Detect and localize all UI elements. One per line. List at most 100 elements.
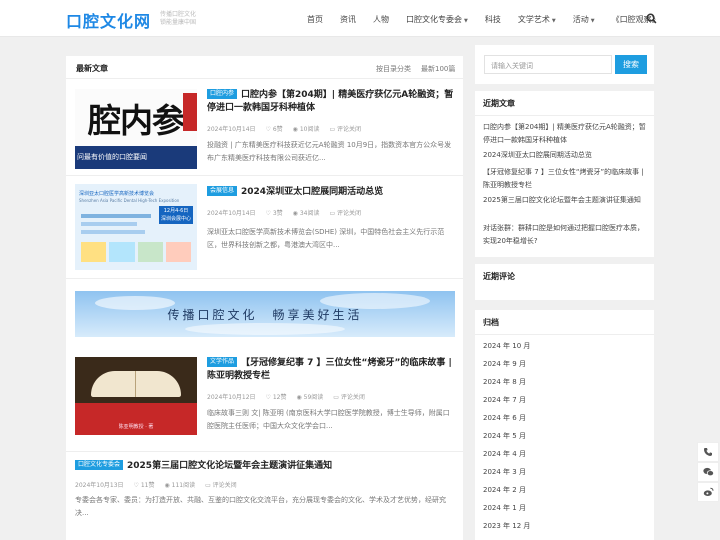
- archive-link[interactable]: 2024 年 8 月: [483, 377, 526, 387]
- weibo-button[interactable]: [697, 482, 719, 502]
- thumb-badges: [81, 242, 191, 262]
- nav-item-news[interactable]: 资讯: [340, 14, 356, 25]
- by-category-link[interactable]: 按目录分类: [376, 64, 411, 74]
- article-excerpt: 临床故事三则 文| 陈亚明 (南京医科大学口腔医学院教授，博士生导师，附属口腔医…: [207, 409, 450, 430]
- recent-post-link[interactable]: 对话张群：群耕口腔是如何通过把握口腔医疗本质，实现20年稳增长?: [483, 222, 648, 248]
- archive-link[interactable]: 2024 年 1 月: [483, 503, 526, 513]
- article-title[interactable]: 会展信息 2024深圳亚太口腔展同期活动总览: [207, 186, 455, 199]
- post-date: 2024年10月14日: [207, 210, 256, 217]
- category-tag[interactable]: 文学作品: [207, 357, 238, 367]
- thumb-subheading: Shenzhen Asia Pacific Dental High-Tech E…: [79, 198, 180, 203]
- post-date: 2024年10月13日: [75, 482, 124, 489]
- post-date: 2024年10月14日: [207, 126, 256, 133]
- thumb-title-text: 腔内参: [88, 100, 185, 140]
- article-thumbnail[interactable]: 深圳亚太口腔医学高新技术博览会 Shenzhen Asia Pacific De…: [75, 184, 197, 270]
- search-icon[interactable]: [646, 13, 657, 24]
- comment-status: 评论关闭: [337, 210, 362, 217]
- recent-post-link[interactable]: 口腔内参【第204期】| 精美医疗获亿元A轮融资；暂停进口一款韩国牙科种植体: [483, 121, 648, 147]
- archive-link[interactable]: 2024 年 9 月: [483, 359, 526, 369]
- thumb-date-line: 12月4-6日: [163, 208, 189, 214]
- thumb-badge: [165, 242, 191, 262]
- archive-link[interactable]: 2024 年 6 月: [483, 413, 526, 423]
- thumb-book-spine: [135, 371, 136, 397]
- panel-header: 最新文章 按目录分类 最新100篇: [66, 56, 463, 79]
- thumb-line: [81, 230, 145, 234]
- like-count: 6赞: [272, 126, 283, 133]
- chevron-down-icon: ▼: [551, 18, 556, 24]
- archive-link[interactable]: 2023 年 12 月: [483, 521, 530, 531]
- widget-title: 近期文章: [483, 99, 515, 108]
- article-thumbnail[interactable]: 腔内参 问最有价值的口腔要闻: [75, 89, 197, 169]
- thumb-venue-line: 深圳会展中心: [160, 216, 191, 222]
- thumb-badge: [81, 242, 107, 262]
- search-input[interactable]: 请输入关键词: [484, 55, 612, 74]
- site-slogan: 传播口腔文化 锁能量康中国: [160, 11, 196, 27]
- recent-post-link[interactable]: 2025第三届口腔文化论坛暨年会主题演讲征集通知: [483, 194, 648, 207]
- nav-item-label: 人物: [373, 15, 389, 24]
- slogan-line-2: 锁能量康中国: [160, 19, 197, 26]
- post-date: 2024年10月12日: [207, 394, 256, 401]
- promo-banner[interactable]: 传播口腔文化 畅享美好生活: [75, 291, 455, 337]
- category-tag[interactable]: 会展信息: [207, 186, 238, 196]
- article-meta: 2024年10月12日 ♡ 12赞 ◉ 59阅读 ▭ 评论关闭: [207, 394, 365, 401]
- wechat-button[interactable]: [697, 462, 719, 482]
- like-count: 12赞: [272, 394, 287, 401]
- search-button[interactable]: 搜索: [615, 55, 647, 74]
- phone-icon: [704, 448, 712, 456]
- archive-link[interactable]: 2024 年 3 月: [483, 467, 526, 477]
- nav-item-committee[interactable]: 口腔文化专委会 ▼: [406, 14, 468, 25]
- thumb-date-box: 12月4-6日 深圳会展中心: [159, 206, 193, 224]
- divider: [475, 334, 654, 335]
- widget-title: 近期评论: [483, 272, 515, 281]
- nav-item-events[interactable]: 活动 ▼: [573, 14, 595, 25]
- article-title[interactable]: 文学作品 【牙冠修复纪事 7 】三位女性“烤瓷牙”的临床故事 | 陈亚明教授专栏: [207, 357, 455, 383]
- like-count: 3赞: [272, 210, 283, 217]
- nav-item-label: 口腔文化专委会: [406, 15, 462, 24]
- nav-item-home[interactable]: 首页: [307, 14, 323, 25]
- slogan-line-1: 传播口腔文化: [160, 11, 197, 18]
- banner-slogan: 传播口腔文化 畅享美好生活: [167, 308, 363, 322]
- article-meta: 2024年10月13日 ♡ 11赞 ◉ 111阅读 ▭ 评论关闭: [75, 482, 237, 489]
- recent-post-link[interactable]: 2024深圳亚太口腔展同期活动总览: [483, 149, 648, 162]
- phone-button[interactable]: [697, 442, 719, 462]
- archive-link[interactable]: 2024 年 4 月: [483, 449, 526, 459]
- archive-link[interactable]: 2024 年 5 月: [483, 431, 526, 441]
- archive-link[interactable]: 2024 年 2 月: [483, 485, 526, 495]
- site-logo[interactable]: 口腔文化网: [66, 8, 151, 32]
- recent-posts-widget: 近期文章 口腔内参【第204期】| 精美医疗获亿元A轮融资；暂停进口一款韩国牙科…: [475, 91, 654, 257]
- chevron-down-icon: ▼: [464, 18, 468, 24]
- article-title-text: 口腔内参【第204期】| 精美医疗获亿元A轮融资；暂停进口一款韩国牙科种植体: [207, 90, 454, 113]
- widget-title: 归档: [483, 318, 499, 327]
- nav-item-literature[interactable]: 文学艺术 ▼: [518, 14, 556, 25]
- chevron-down-icon: ▼: [590, 18, 595, 24]
- category-tag[interactable]: 口腔文化专委会: [75, 460, 124, 470]
- view-count: 34阅读: [299, 210, 320, 217]
- nav-item-people[interactable]: 人物: [373, 14, 389, 25]
- recent-post-link[interactable]: 【牙冠修复纪事 7 】三位女性“烤瓷牙”的临床故事 | 陈亚明教授专栏: [483, 166, 648, 192]
- article-title-text: 2025第三届口腔文化论坛暨年会主题演讲征集通知: [127, 461, 333, 471]
- thumb-badge: [137, 242, 163, 262]
- article-excerpt: 深圳亚太口腔医学高新技术博览会(SDHE) 深圳，中国特色社会主义先行示范区，世…: [207, 228, 445, 249]
- view-count: 10阅读: [299, 126, 320, 133]
- site-header: 口腔文化网 传播口腔文化 锁能量康中国 首页 资讯 人物 口腔文化专委会 ▼ 科技…: [0, 0, 720, 37]
- main-nav: 首页 资讯 人物 口腔文化专委会 ▼ 科技 文学艺术 ▼ 活动 ▼ 《口腔观察》: [307, 14, 660, 25]
- nav-item-label: 文学艺术: [517, 15, 550, 24]
- view-count: 59阅读: [303, 394, 324, 401]
- article-title-text: 【牙冠修复纪事 7 】三位女性“烤瓷牙”的临床故事 | 陈亚明教授专栏: [207, 358, 452, 381]
- archive-link[interactable]: 2024 年 10 月: [483, 341, 530, 351]
- article-item: 腔内参 问最有价值的口腔要闻 口腔内参 口腔内参【第204期】| 精美医疗获亿元A…: [66, 79, 463, 176]
- article-thumbnail[interactable]: 陈亚明教授 · 著: [75, 357, 197, 435]
- article-item: 深圳亚太口腔医学高新技术博览会 Shenzhen Asia Pacific De…: [66, 176, 463, 279]
- panel-title: 最新文章: [76, 64, 108, 73]
- article-item: 口腔文化专委会 2025第三届口腔文化论坛暨年会主题演讲征集通知 2024年10月…: [66, 452, 463, 540]
- article-title[interactable]: 口腔文化专委会 2025第三届口腔文化论坛暨年会主题演讲征集通知: [75, 460, 455, 473]
- category-tag[interactable]: 口腔内参: [207, 89, 238, 99]
- thumb-badge: [109, 242, 135, 262]
- weibo-icon: [703, 487, 713, 496]
- thumb-line: [81, 214, 151, 218]
- nav-item-tech[interactable]: 科技: [485, 14, 501, 25]
- archive-link[interactable]: 2024 年 7 月: [483, 395, 526, 405]
- latest-100-link[interactable]: 最新100篇: [421, 64, 455, 74]
- divider: [475, 115, 654, 116]
- article-title[interactable]: 口腔内参 口腔内参【第204期】| 精美医疗获亿元A轮融资；暂停进口一款韩国牙科种…: [207, 89, 455, 115]
